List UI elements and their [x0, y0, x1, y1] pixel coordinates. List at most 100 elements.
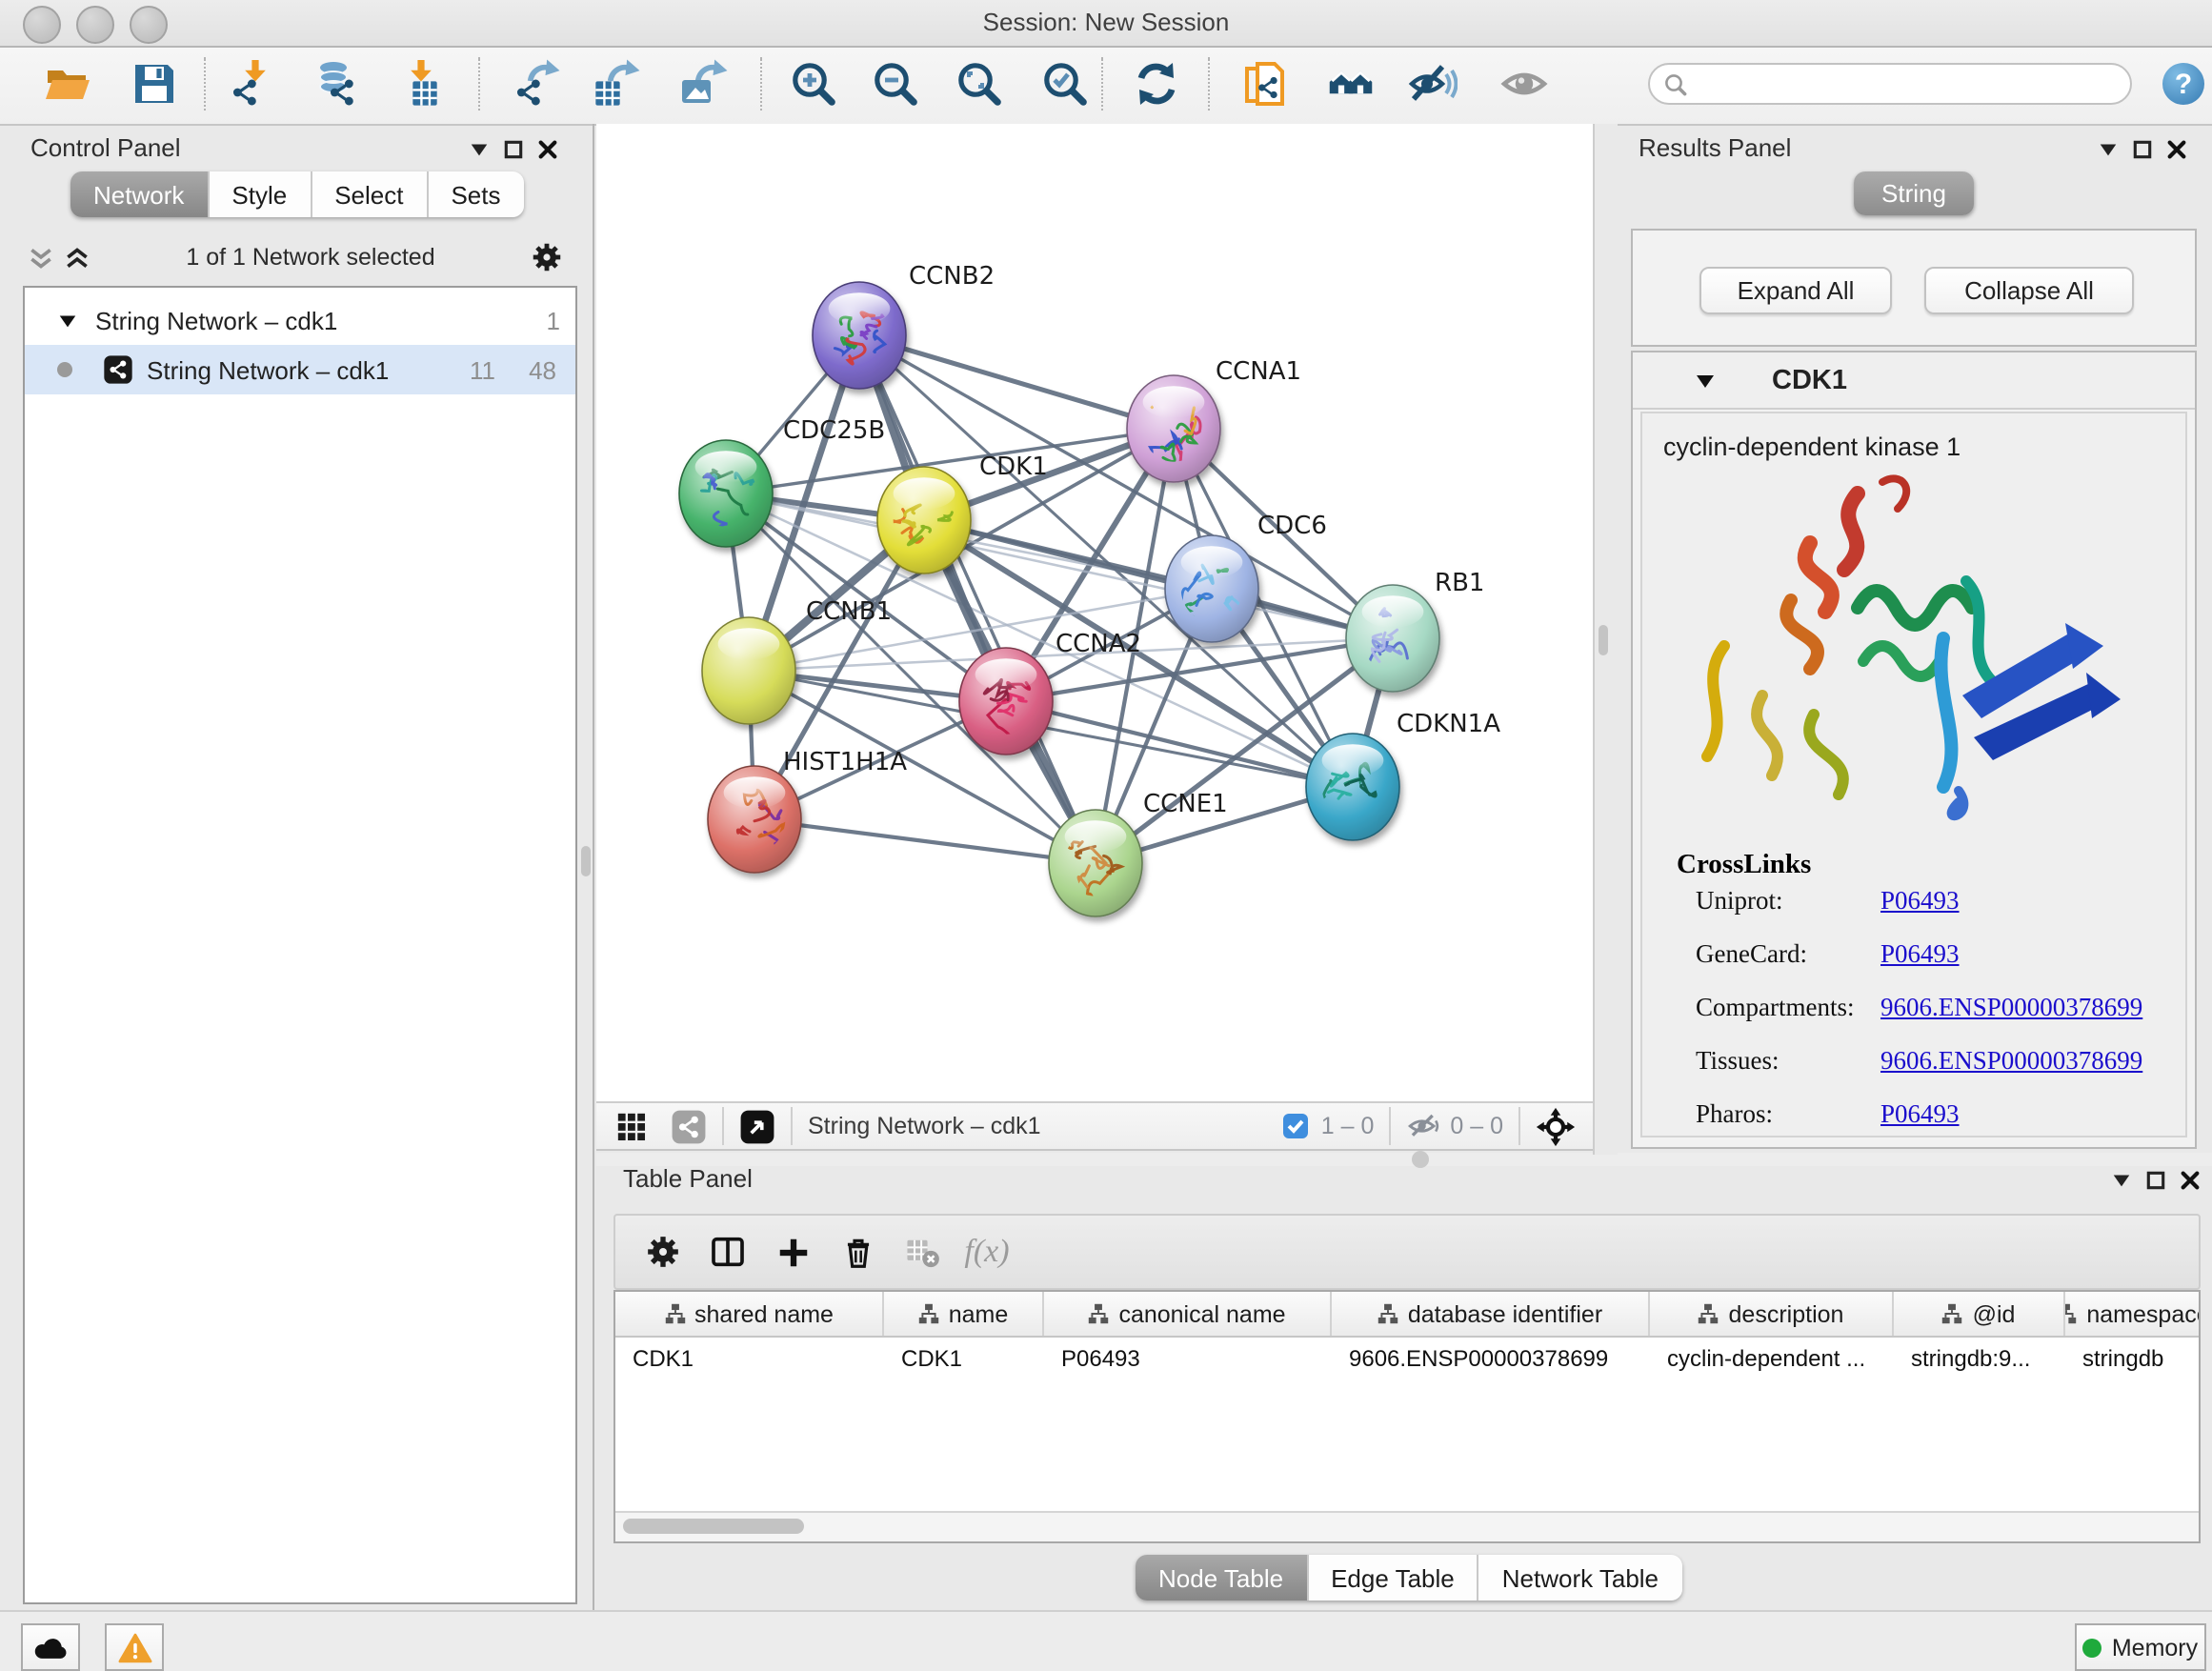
network-view-share-icon[interactable] [671, 1108, 707, 1144]
gene-section-header[interactable]: CDK1 [1633, 352, 2195, 410]
create-column-button[interactable] [760, 1223, 825, 1280]
table-toolbar: f(x) [613, 1214, 2201, 1290]
delete-table-button[interactable] [890, 1223, 955, 1280]
table-settings-button[interactable] [631, 1223, 695, 1280]
open-session-button[interactable] [40, 53, 97, 114]
memory-button[interactable]: Memory [2075, 1623, 2206, 1671]
panel-close-icon[interactable] [2166, 139, 2187, 160]
left-splitter-handle[interactable] [581, 846, 591, 876]
tab-select[interactable]: Select [312, 171, 428, 217]
network-node-CDC25B[interactable] [679, 440, 773, 552]
cloud-status-button[interactable] [21, 1623, 80, 1671]
show-columns-button[interactable] [695, 1223, 760, 1280]
network-node-CCNE1[interactable] [1049, 810, 1142, 916]
copy-network-button[interactable] [1238, 53, 1296, 114]
hide-selected-button[interactable] [1404, 53, 1461, 114]
node-table[interactable]: shared namenamecanonical namedatabase id… [613, 1290, 2201, 1543]
panel-float-icon[interactable] [2132, 139, 2153, 160]
column-header-namespace[interactable]: namespace [2065, 1292, 2201, 1336]
help-button[interactable]: ? [2161, 61, 2206, 107]
expand-all-networks-icon[interactable] [27, 243, 55, 272]
column-header-database-identifier[interactable]: database identifier [1332, 1292, 1650, 1336]
first-neighbors-button[interactable] [1322, 53, 1379, 114]
column-header-description[interactable]: description [1650, 1292, 1894, 1336]
detach-view-icon[interactable] [739, 1108, 775, 1144]
network-node-CCNA1[interactable] [1127, 375, 1220, 482]
horizontal-splitter[interactable] [596, 1153, 2212, 1166]
panel-menu-icon[interactable] [469, 139, 490, 160]
export-image-button[interactable] [674, 53, 732, 114]
collapse-all-networks-icon[interactable] [63, 243, 91, 272]
delete-column-button[interactable] [825, 1223, 890, 1280]
table-hscrollbar[interactable] [615, 1511, 2199, 1541]
section-collapse-icon[interactable] [1694, 369, 1717, 392]
import-table-from-file-button[interactable] [392, 53, 450, 114]
right-splitter-handle[interactable] [1599, 625, 1608, 655]
network-node-CCNA2[interactable] [959, 648, 1053, 755]
export-network-button[interactable] [509, 53, 566, 114]
network-row-selected[interactable]: String Network – cdk1 11 48 [25, 345, 575, 394]
refresh-button[interactable] [1128, 53, 1185, 114]
node-gloss-highlight [1322, 744, 1384, 776]
import-network-from-database-button[interactable] [307, 53, 364, 114]
tab-style[interactable]: Style [209, 171, 312, 217]
zoom-out-button[interactable] [867, 53, 924, 114]
network-options-gear-icon[interactable] [530, 240, 564, 274]
column-header-@id[interactable]: @id [1894, 1292, 2065, 1336]
column-header-shared-name[interactable]: shared name [615, 1292, 884, 1336]
save-session-button[interactable] [126, 53, 183, 114]
crosslink-link[interactable]: 9606.ENSP00000378699 [1880, 993, 2142, 1023]
tab-network-table[interactable]: Network Table [1479, 1555, 1681, 1601]
network-node-CCNB1[interactable] [702, 617, 795, 724]
zoom-fit-button[interactable] [951, 53, 1008, 114]
tab-node-table[interactable]: Node Table [1136, 1555, 1308, 1601]
crosslink-link[interactable]: P06493 [1880, 886, 1960, 916]
tab-edge-table[interactable]: Edge Table [1308, 1555, 1479, 1601]
search-input[interactable] [1648, 63, 2132, 105]
warnings-button[interactable] [105, 1623, 164, 1671]
network-label: String Network – cdk1 [147, 355, 389, 384]
function-builder-button[interactable]: f(x) [955, 1223, 1019, 1280]
zoom-in-button[interactable] [785, 53, 842, 114]
birdseye-crosshair-icon[interactable] [1536, 1106, 1576, 1146]
column-header-name[interactable]: name [884, 1292, 1044, 1336]
network-node-CDKN1A[interactable] [1306, 734, 1399, 840]
collapse-all-button[interactable]: Collapse All [1924, 267, 2134, 314]
network-canvas[interactable]: CCNB2CCNA1CDC25BCDK1CDC6RB1CCNB1CCNA2CDK… [596, 124, 1593, 1101]
panel-close-icon[interactable] [537, 139, 558, 160]
network-node-HIST1H1A[interactable] [708, 766, 801, 873]
panel-float-icon[interactable] [503, 139, 524, 160]
gear-icon [644, 1233, 682, 1271]
grid-view-icon[interactable] [615, 1110, 648, 1142]
panel-menu-icon[interactable] [2111, 1170, 2132, 1191]
panel-float-icon[interactable] [2145, 1170, 2166, 1191]
tab-network[interactable]: Network [70, 171, 209, 217]
network-collection-row[interactable]: String Network – cdk1 1 [25, 295, 575, 345]
table-row[interactable]: CDK1CDK1P064939606.ENSP00000378699cyclin… [615, 1338, 2199, 1378]
network-node-CCNB2[interactable] [813, 282, 906, 389]
crosslink-link[interactable]: P06493 [1880, 939, 1960, 970]
bottom-splitter-handle[interactable] [1412, 1151, 1429, 1168]
network-view-title: String Network – cdk1 [808, 1113, 1041, 1139]
trash-icon [839, 1234, 875, 1270]
collapse-arrow-icon[interactable] [57, 310, 78, 331]
column-header-canonical-name[interactable]: canonical name [1044, 1292, 1332, 1336]
network-node-CDK1[interactable] [877, 467, 971, 574]
zoom-selected-button[interactable] [1036, 53, 1094, 114]
crosslink-link[interactable]: P06493 [1880, 1099, 1960, 1130]
export-table-button[interactable] [587, 53, 644, 114]
expand-all-button[interactable]: Expand All [1699, 267, 1892, 314]
tab-sets[interactable]: Sets [428, 171, 523, 217]
selected-checkbox-icon[interactable] [1283, 1113, 1310, 1139]
network-node-RB1[interactable] [1346, 585, 1439, 692]
tab-string[interactable]: String [1853, 171, 1975, 215]
network-node-CDC6[interactable] [1165, 535, 1258, 642]
panel-close-icon[interactable] [2180, 1170, 2201, 1191]
panel-menu-icon[interactable] [2098, 139, 2119, 160]
import-network-from-file-button[interactable] [223, 53, 280, 114]
toolbar-separator [204, 57, 206, 111]
crosslink-link[interactable]: 9606.ENSP00000378699 [1880, 1046, 2142, 1077]
show-all-button[interactable] [1496, 53, 1553, 114]
crosslink-label: GeneCard: [1696, 939, 1880, 970]
scrollbar-thumb[interactable] [623, 1519, 804, 1534]
